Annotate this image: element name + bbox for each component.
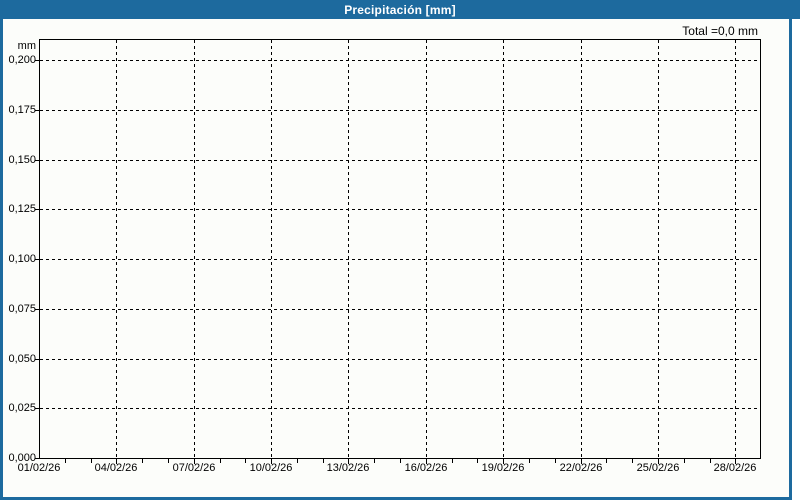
y-axis-label: 0,100 <box>8 253 36 265</box>
y-axis-label: 0,075 <box>8 303 36 315</box>
x-axis-tick <box>581 459 582 464</box>
x-axis-tick <box>555 459 556 463</box>
x-axis-tick <box>348 459 349 464</box>
y-axis-unit-label: mm <box>17 40 36 52</box>
x-axis-tick <box>374 459 375 463</box>
x-axis-tick <box>684 459 685 463</box>
plot-border <box>39 39 761 459</box>
x-axis-tick <box>529 459 530 463</box>
x-axis-tick <box>735 459 736 464</box>
x-axis-tick <box>323 459 324 463</box>
y-axis-label: 0,175 <box>8 104 36 116</box>
x-axis-tick <box>632 459 633 463</box>
x-axis-tick <box>297 459 298 463</box>
x-axis-tick <box>271 459 272 464</box>
x-axis-tick <box>606 459 607 463</box>
y-axis-label: 0,150 <box>8 154 36 166</box>
y-axis-label: 0,025 <box>8 402 36 414</box>
x-axis-tick <box>658 459 659 464</box>
y-axis-label: 0,050 <box>8 353 36 365</box>
x-axis-tick <box>65 459 66 463</box>
x-axis-tick <box>116 459 117 464</box>
x-axis-tick <box>452 459 453 463</box>
x-axis-tick <box>168 459 169 463</box>
total-annotation: Total =0,0 mm <box>682 24 758 38</box>
x-axis-tick <box>503 459 504 464</box>
x-axis-tick <box>220 459 221 463</box>
y-axis-label: 0,200 <box>8 54 36 66</box>
x-axis-tick <box>710 459 711 463</box>
x-axis-tick <box>426 459 427 464</box>
y-axis-label: 0,125 <box>8 203 36 215</box>
x-axis-tick <box>142 459 143 463</box>
x-axis-tick <box>245 459 246 463</box>
chart-title: Precipitación [mm] <box>344 2 456 17</box>
x-axis-label: 01/02/26 <box>17 462 61 474</box>
window-title-bar: Precipitación [mm] <box>0 0 800 19</box>
x-axis-tick <box>477 459 478 463</box>
x-axis-tick <box>91 459 92 463</box>
x-axis-tick <box>400 459 401 463</box>
x-axis-tick <box>194 459 195 464</box>
